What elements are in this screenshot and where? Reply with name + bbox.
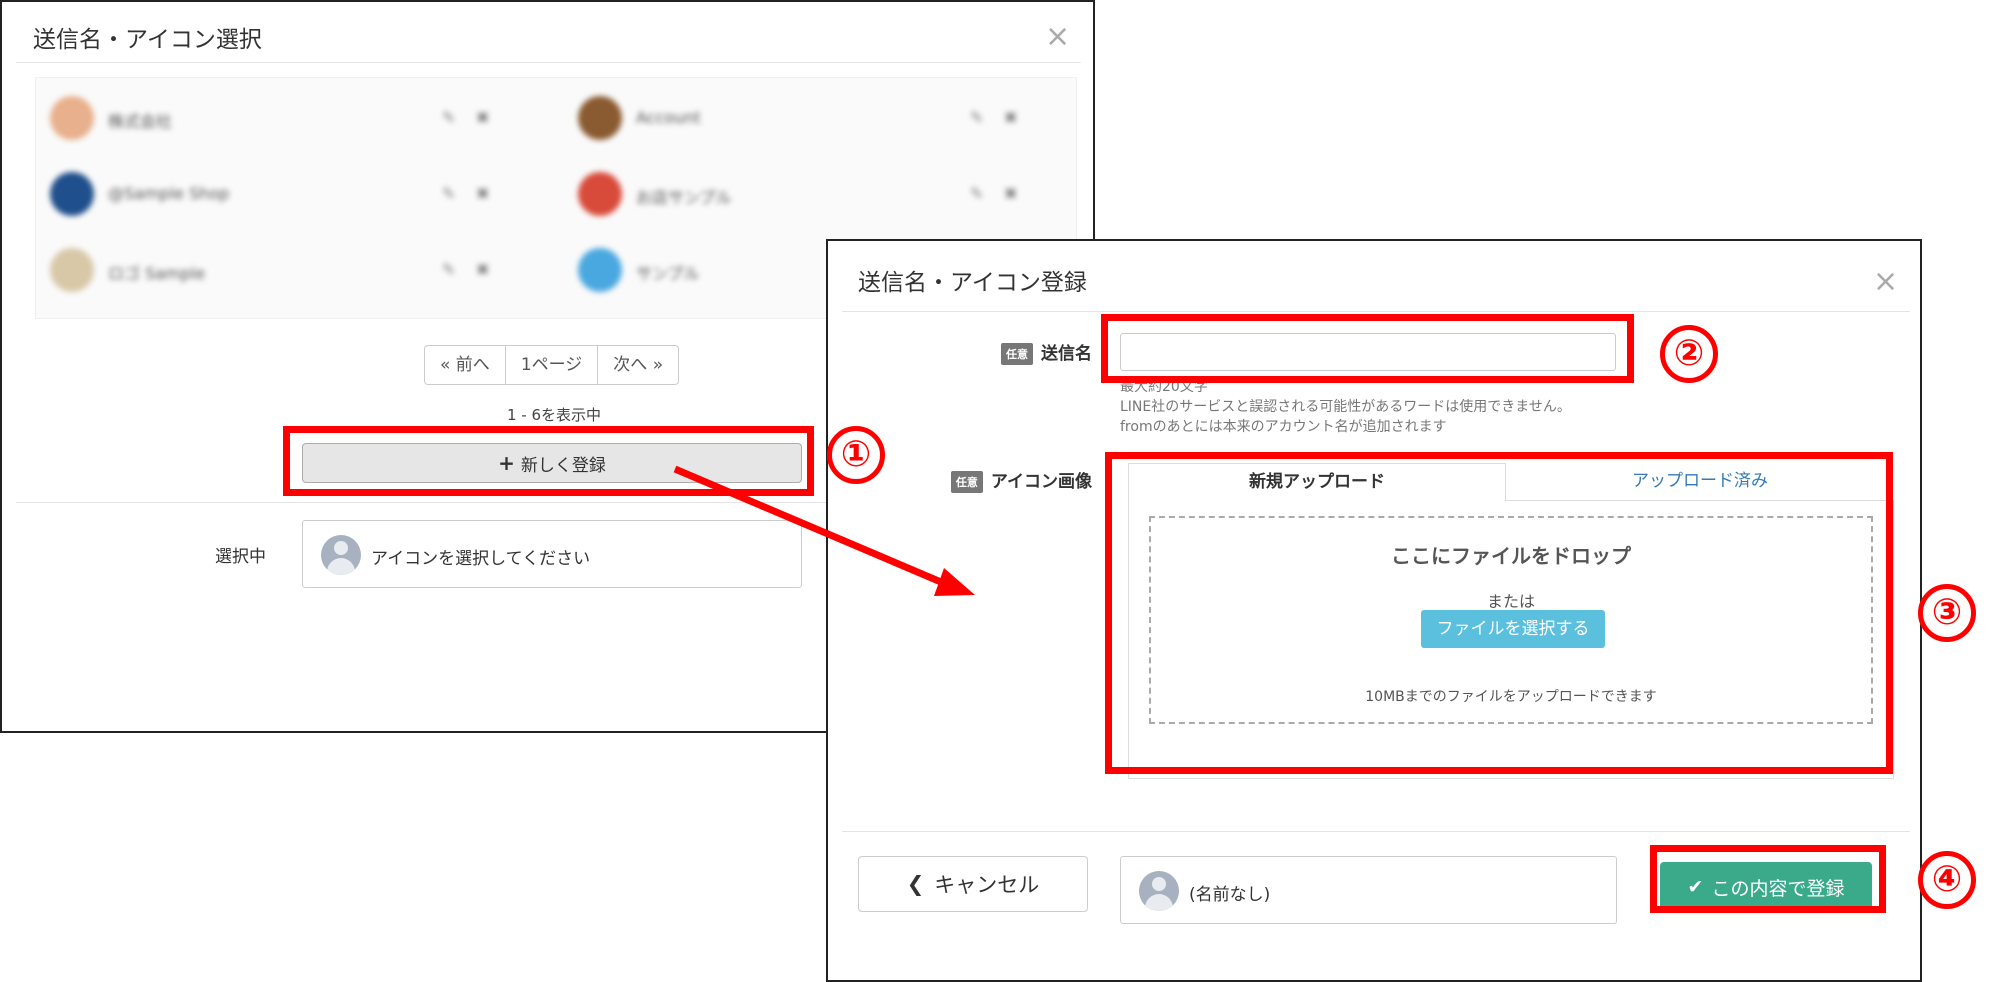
- annotation-number-1: ①: [827, 426, 885, 484]
- highlight-box-4: [1650, 845, 1886, 913]
- highlight-box-1: [283, 426, 814, 496]
- highlight-box-2: [1101, 314, 1634, 383]
- arrow-head: [934, 568, 975, 596]
- annotation-number-4: ④: [1918, 851, 1976, 909]
- annotation-number-2: ②: [1660, 325, 1718, 383]
- highlight-box-3: [1105, 452, 1893, 774]
- annotation-number-3: ③: [1918, 584, 1976, 642]
